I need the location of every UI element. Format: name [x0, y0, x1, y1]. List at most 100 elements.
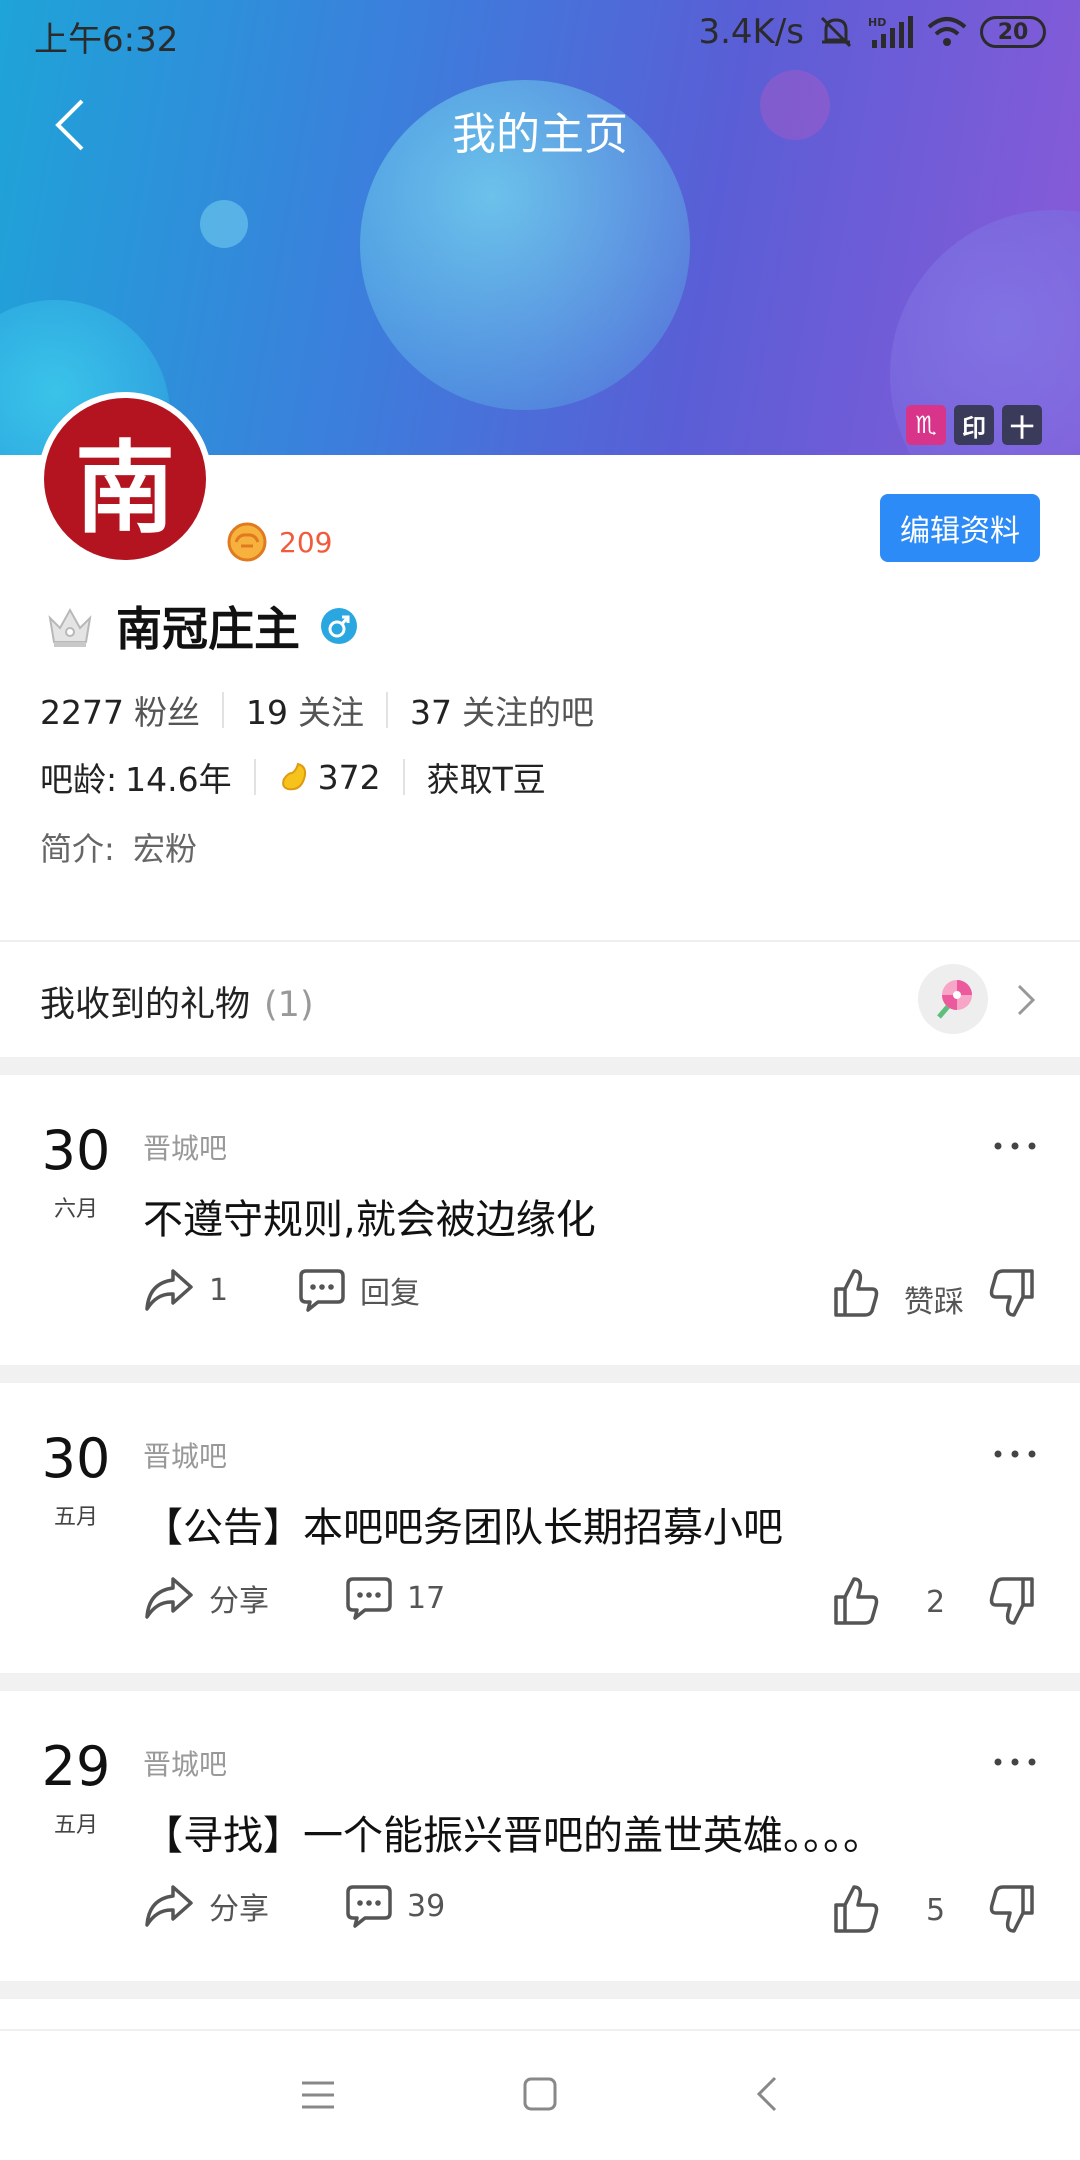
share-button[interactable]: 分享 [143, 1575, 269, 1621]
post-card[interactable]: 29 五月 晋城吧 【寻找】一个能振兴晋吧的盖世英雄。。。。 分享 39 5 [0, 1691, 1080, 1981]
share-button[interactable]: 分享 [143, 1883, 269, 1929]
get-tdou-link[interactable]: 获取T豆 [427, 753, 546, 801]
ten-badge[interactable]: 十 [1002, 405, 1042, 445]
post-title[interactable]: 【公告】本吧吧务团队长期招募小吧 [143, 1495, 783, 1553]
status-bar: 上午6:32 3.4K/s HD 20 [0, 0, 1080, 66]
comment-bubble-icon [346, 1885, 392, 1928]
post-day: 30 [41, 1427, 111, 1490]
wifi-icon [927, 17, 967, 46]
thumbs-down-icon [989, 1577, 1034, 1625]
svg-text:HD: HD [868, 16, 886, 29]
post-title[interactable]: 不遵守规则,就会被边缘化 [143, 1187, 596, 1245]
comment-count: 17 [407, 1580, 446, 1616]
gifts-title-text: 我收到的礼物 [40, 985, 251, 1025]
like-button[interactable] [832, 1267, 880, 1319]
zodiac-badge[interactable]: ♏ [906, 405, 946, 445]
lollipop-icon [918, 964, 988, 1034]
divider [221, 692, 224, 728]
status-time: 上午6:32 [34, 20, 179, 60]
mute-bell-icon [820, 16, 852, 48]
followers-stat[interactable]: 2277 粉丝 [40, 686, 200, 734]
page-title: 我的主页 [452, 109, 628, 160]
thumbs-down-icon [989, 1269, 1034, 1317]
received-gifts-row[interactable]: 我收到的礼物 (1) [0, 942, 1080, 1056]
edit-profile-button[interactable]: 编辑资料 [880, 494, 1040, 562]
post-day: 29 [41, 1735, 111, 1798]
comment-button[interactable]: 回复 [298, 1267, 420, 1313]
more-options-icon[interactable] [990, 1439, 1040, 1469]
post-forum[interactable]: 晋城吧 [143, 1743, 227, 1783]
decor-bubble [200, 200, 248, 248]
avatar-image: 南 [44, 398, 206, 560]
post-title[interactable]: 【寻找】一个能振兴晋吧的盖世英雄。。。。 [143, 1803, 883, 1861]
comment-bubble-icon [299, 1269, 345, 1312]
seal-badge[interactable]: 印 [954, 405, 994, 445]
following-count: 19 [245, 693, 288, 732]
more-options-icon[interactable] [990, 1131, 1040, 1161]
post-month: 六月 [53, 1197, 98, 1222]
network-speed: 3.4K/s [698, 12, 804, 52]
more-options-icon[interactable] [990, 1747, 1040, 1777]
post-forum[interactable]: 晋城吧 [143, 1127, 227, 1167]
thumbs-up-icon [834, 1885, 879, 1933]
post-card[interactable]: 30 六月 晋城吧 不遵守规则,就会被边缘化 1 回复 赞踩 [0, 1075, 1080, 1365]
share-button[interactable]: 1 [143, 1267, 228, 1313]
bars-stat[interactable]: 37 关注的吧 [410, 686, 594, 734]
crown-icon [48, 607, 92, 647]
avatar[interactable]: 南 [38, 392, 212, 566]
share-arrow-icon [145, 1577, 193, 1619]
share-arrow-icon [145, 1885, 193, 1927]
thumbs-up-icon [834, 1577, 879, 1625]
bar-age-value: 14.6年 [125, 760, 232, 799]
dislike-button[interactable] [988, 1883, 1036, 1935]
post-forum[interactable]: 晋城吧 [143, 1435, 227, 1475]
username: 南冠庄主 [116, 602, 300, 656]
post-actions: 分享 17 2 [0, 1575, 1080, 1645]
level-indicator[interactable]: 209 [225, 522, 332, 562]
medal-badges[interactable]: ♏ 印 十 [906, 405, 1042, 445]
following-stat[interactable]: 19 关注 [246, 686, 364, 734]
comment-button[interactable]: 39 [345, 1883, 445, 1929]
tdou-bean-icon [281, 762, 306, 791]
back-nav-icon[interactable] [755, 2075, 779, 2113]
menu-icon[interactable] [300, 2079, 336, 2111]
followers-count: 2277 [40, 693, 124, 732]
like-button[interactable] [832, 1883, 880, 1935]
next-post-peek [0, 1999, 1080, 2029]
gifts-count: (1) [264, 985, 314, 1025]
like-count: 赞踩 [904, 1285, 964, 1320]
intro: 简介: 宏粉 [40, 824, 197, 870]
like-button[interactable] [832, 1575, 880, 1627]
thumbs-down-icon [989, 1885, 1034, 1933]
dislike-button[interactable] [988, 1267, 1036, 1319]
divider [385, 692, 388, 728]
share-label: 分享 [209, 1892, 269, 1927]
share-label: 分享 [209, 1584, 269, 1619]
comment-button[interactable]: 17 [345, 1575, 445, 1621]
intro-value: 宏粉 [132, 830, 197, 868]
divider [402, 759, 405, 795]
post-month: 五月 [53, 1813, 98, 1838]
tdou-value: 372 [317, 757, 381, 797]
section-gap [0, 1057, 1080, 1075]
intro-label: 简介: [40, 830, 115, 868]
share-arrow-icon [145, 1269, 193, 1311]
comment-bubble-icon [346, 1577, 392, 1620]
comment-count: 39 [407, 1888, 446, 1924]
followers-label: 粉丝 [133, 693, 200, 732]
dislike-button[interactable] [988, 1575, 1036, 1627]
male-gender-icon [321, 608, 357, 644]
divider [253, 759, 256, 795]
name-row: 南冠庄主 [44, 593, 358, 659]
comment-label: 回复 [360, 1276, 420, 1311]
bars-count: 37 [409, 693, 452, 732]
profile-banner: 上午6:32 3.4K/s HD 20 我的主页 ♏ 印 十 [0, 0, 1080, 455]
post-actions: 分享 39 5 [0, 1883, 1080, 1953]
section-gap [0, 1981, 1080, 1999]
share-count: 1 [209, 1272, 229, 1308]
post-card[interactable]: 30 五月 晋城吧 【公告】本吧吧务团队长期招募小吧 分享 17 2 [0, 1383, 1080, 1673]
home-icon[interactable] [523, 2077, 557, 2111]
section-gap [0, 1365, 1080, 1383]
like-count: 5 [926, 1893, 946, 1928]
post-month: 五月 [53, 1505, 98, 1530]
